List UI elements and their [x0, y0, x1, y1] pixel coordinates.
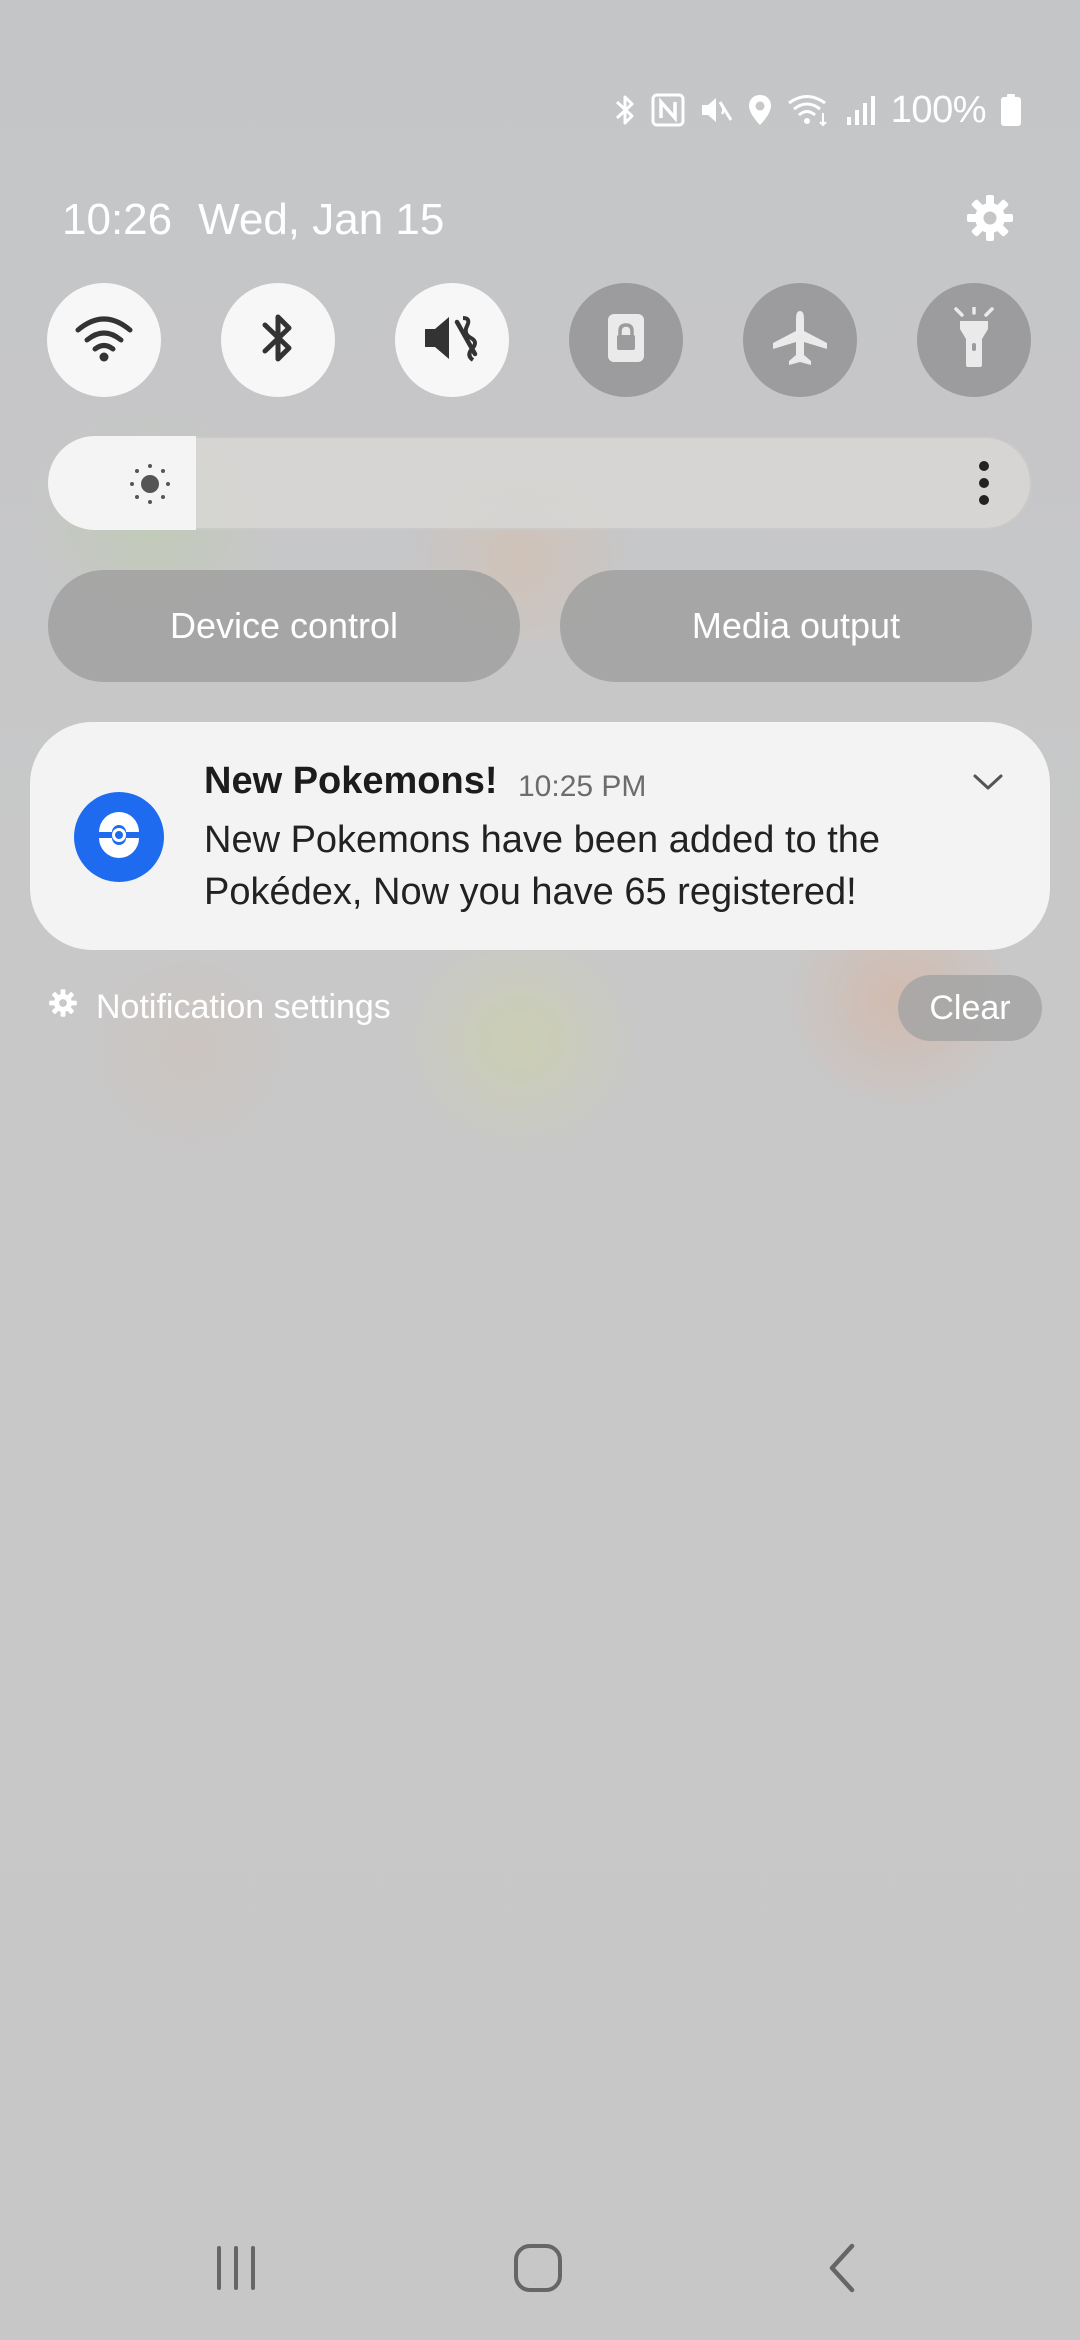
status-bar: 100% — [613, 88, 1022, 132]
clear-button[interactable]: Clear — [898, 975, 1042, 1041]
battery-icon — [1000, 93, 1022, 127]
lock-icon — [606, 312, 646, 369]
notification-settings-link[interactable]: Notification settings — [48, 982, 391, 1032]
clock-time[interactable]: 10:26 — [62, 195, 172, 245]
notification-body: New Pokemons have been added to the Poké… — [204, 819, 881, 913]
clock-date[interactable]: Wed, Jan 15 — [198, 195, 444, 245]
chevron-down-icon[interactable] — [972, 772, 1004, 797]
home-button[interactable] — [488, 2240, 588, 2300]
header-row: 10:26 Wed, Jan 15 — [62, 190, 1018, 250]
battery-percent: 100% — [890, 88, 987, 131]
bluetooth-toggle[interactable] — [221, 283, 335, 397]
wifi-toggle[interactable] — [47, 283, 161, 397]
back-icon — [827, 2243, 857, 2298]
sound-toggle[interactable] — [395, 283, 509, 397]
app-icon — [74, 792, 164, 882]
brightness-slider[interactable] — [48, 436, 1032, 530]
notification-title: New Pokemons! — [204, 760, 498, 802]
flashlight-toggle[interactable] — [917, 283, 1031, 397]
navigation-bar — [0, 2240, 1080, 2300]
settings-button[interactable] — [962, 192, 1018, 248]
media-output-button[interactable]: Media output — [560, 570, 1032, 682]
airplane-toggle[interactable] — [743, 283, 857, 397]
airplane-icon — [769, 307, 831, 374]
mute-icon — [421, 308, 483, 373]
nfc-icon — [651, 93, 685, 127]
gear-icon — [48, 988, 78, 1027]
recents-icon — [214, 2245, 258, 2296]
flashlight-icon — [952, 304, 996, 374]
notification-time: 10:25 PM — [518, 770, 647, 803]
mute-icon — [699, 93, 733, 127]
bluetooth-icon — [613, 93, 637, 127]
brightness-fill — [48, 436, 196, 530]
brightness-icon — [128, 462, 172, 511]
wifi-icon — [74, 312, 134, 369]
gear-icon — [965, 193, 1015, 248]
device-control-button[interactable]: Device control — [48, 570, 520, 682]
notification-settings-label: Notification settings — [96, 987, 391, 1026]
signal-icon — [845, 93, 877, 127]
location-icon — [747, 93, 773, 127]
screen-lock-toggle[interactable] — [569, 283, 683, 397]
recents-button[interactable] — [186, 2240, 286, 2300]
more-options-icon[interactable] — [978, 460, 990, 511]
notification-card[interactable]: New Pokemons! 10:25 PM New Pokemons have… — [30, 722, 1050, 950]
wifi-icon — [787, 93, 831, 127]
quick-toggles — [47, 283, 1033, 397]
bluetooth-icon — [258, 308, 298, 373]
back-button[interactable] — [792, 2240, 892, 2300]
home-icon — [513, 2243, 563, 2298]
pokeball-icon — [96, 811, 142, 863]
